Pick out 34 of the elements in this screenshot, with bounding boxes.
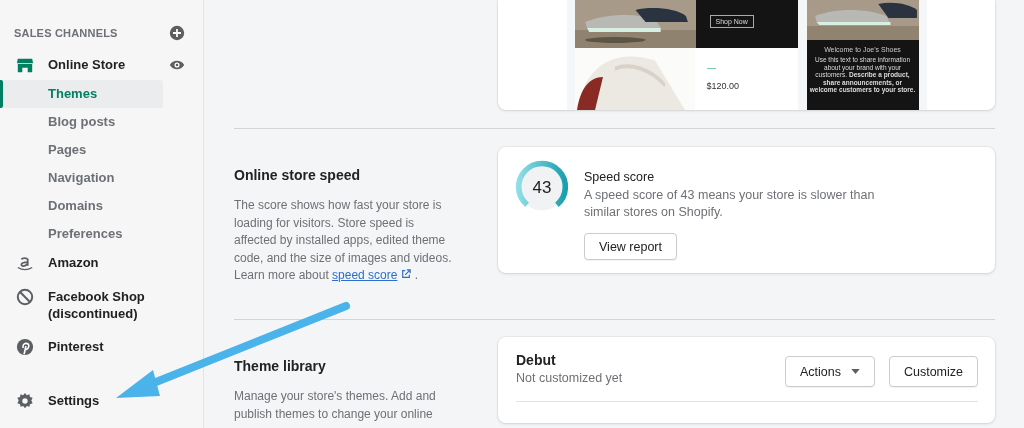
add-icon[interactable] <box>169 25 185 41</box>
amazon-icon <box>16 254 34 272</box>
external-link-icon <box>401 269 412 279</box>
channel-link[interactable]: Online Store <box>48 56 169 73</box>
view-report-button[interactable]: View report <box>584 233 677 260</box>
sub-nav-item[interactable]: Blog posts <box>2 108 163 136</box>
channel-link[interactable]: Amazon <box>48 254 185 271</box>
store-icon <box>16 56 34 74</box>
settings-link[interactable]: Settings <box>48 392 185 409</box>
score-value: 43 <box>531 178 553 198</box>
customize-button[interactable]: Customize <box>888 356 978 387</box>
sub-nav-item[interactable]: Domains <box>2 192 163 220</box>
sub-nav-item[interactable]: Navigation <box>2 164 163 192</box>
settings-icon[interactable] <box>16 392 34 410</box>
sub-nav-item[interactable]: Themes <box>2 80 163 108</box>
section-heading: Theme library <box>234 358 327 374</box>
section-description: The score shows how fast your store is loading for visitors. Store speed is affected by installed apps, edited theme code, and the size of images and videos. Learn more about speed score . <box>234 197 453 284</box>
sub-nav-item[interactable]: Preferences <box>2 220 163 248</box>
channel-link[interactable]: Pinterest <box>48 338 185 355</box>
card-text: A speed score of 43 means your store is slower than similar stores on Shopify. <box>584 187 876 221</box>
sub-nav-item[interactable]: Pages <box>2 136 163 164</box>
speed-score-link[interactable]: speed score <box>332 268 412 282</box>
section-heading: Online store speed <box>234 167 362 183</box>
actions-button[interactable]: Actions <box>784 356 875 387</box>
card-title: Speed score <box>584 170 655 184</box>
theme-status: Not customized yet <box>516 371 624 385</box>
theme-name: Debut <box>516 352 557 368</box>
section-title: SALES CHANNELS <box>14 27 118 39</box>
section-description: Manage your store's themes. Add and publish themes to change your online <box>234 388 437 423</box>
caret-icon <box>850 369 860 374</box>
channel-link[interactable]: Facebook Shop (discontinued) <box>48 288 185 322</box>
product-price: $120.00 <box>706 81 740 91</box>
pinterest-icon <box>16 338 34 356</box>
blocked-icon <box>16 288 34 306</box>
